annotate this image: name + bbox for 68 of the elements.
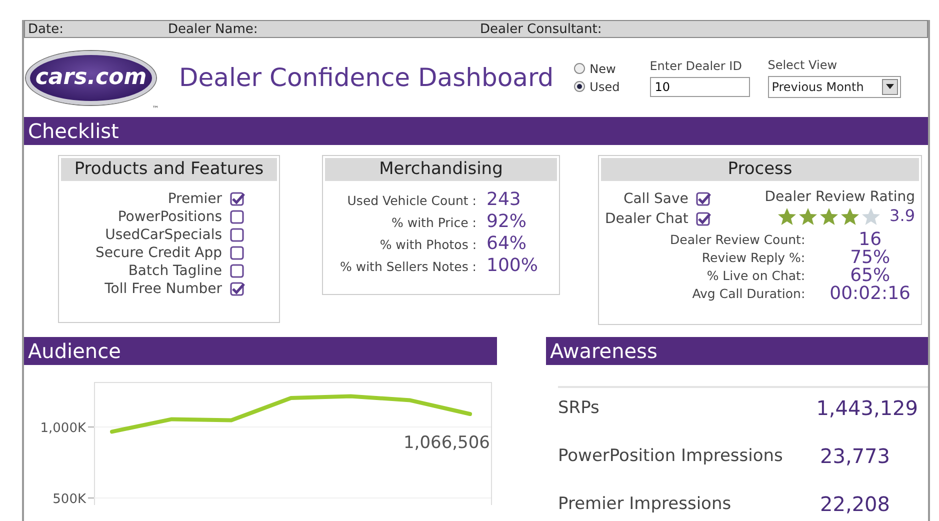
view-dropdown[interactable]: Previous Month xyxy=(768,76,901,98)
metric-value: 243 xyxy=(486,189,522,211)
metric-value: 22,208 xyxy=(820,492,890,516)
section-header: Audience xyxy=(24,337,497,365)
metric-value: 23,773 xyxy=(820,444,890,468)
checkbox-label: Batch Tagline xyxy=(128,263,222,279)
metric-value: 92% xyxy=(486,211,528,233)
metric-label: PowerPosition Impressions xyxy=(558,446,783,466)
metric-label: % with Price : xyxy=(390,214,477,230)
checkbox-label: Toll Free Number xyxy=(104,281,222,297)
rating-label: Dealer Review Rating xyxy=(764,189,915,205)
metric-label: Used Vehicle Count : xyxy=(346,192,477,208)
checkbox-label: UsedCarSpecials xyxy=(105,227,222,243)
checkbox[interactable] xyxy=(230,264,245,278)
section-header: Checklist xyxy=(24,117,928,145)
radio-option[interactable]: Used xyxy=(574,80,620,94)
field-label: Enter Dealer ID xyxy=(650,58,743,72)
checkbox-label: Secure Credit App xyxy=(96,245,222,261)
y-tick xyxy=(88,498,94,499)
metric-value: 16 xyxy=(858,231,882,249)
checkbox[interactable] xyxy=(230,246,245,260)
checkbox[interactable] xyxy=(230,192,245,206)
field-label: Select View xyxy=(768,58,838,72)
metric-label: SRPs xyxy=(558,398,600,418)
star-icon xyxy=(818,206,839,226)
dashboard-title: Dealer Confidence Dashboard xyxy=(179,63,554,92)
y-tick xyxy=(88,426,94,428)
star-icon xyxy=(840,206,860,226)
metric-value: 100% xyxy=(486,255,539,277)
checkbox[interactable] xyxy=(696,212,712,226)
metric-label: Dealer Review Count: xyxy=(670,231,806,249)
star-icon xyxy=(860,206,881,226)
checkbox-label: Dealer Chat xyxy=(605,211,688,227)
metric-label: % with Photos : xyxy=(378,236,477,252)
metric-value: 00:02:16 xyxy=(830,285,910,303)
data-label: 1,066,506 xyxy=(403,432,490,453)
panel-title: Products and Features xyxy=(61,158,277,181)
metric-value: 64% xyxy=(486,233,528,255)
checkbox[interactable] xyxy=(230,210,245,224)
metric-value: 75% xyxy=(850,249,890,267)
logo: cars.com xyxy=(26,50,156,104)
checkbox[interactable] xyxy=(696,192,712,206)
star-icon xyxy=(798,206,818,226)
field-label: Dealer Name: xyxy=(168,22,259,36)
checkbox[interactable] xyxy=(230,228,245,242)
y-axis-label: 1,000K xyxy=(40,421,86,436)
star-icon xyxy=(776,206,797,226)
metric-value: 65% xyxy=(850,267,890,285)
checkbox-label: Premier xyxy=(168,191,222,207)
panel-title: Merchandising xyxy=(325,158,557,181)
caret-icon xyxy=(882,78,898,94)
metric-label: % Live on Chat: xyxy=(706,267,806,285)
y-axis-label: 500K xyxy=(52,492,86,505)
metric-value: 1,443,129 xyxy=(816,396,918,420)
checkbox-label: Call Save xyxy=(623,191,688,207)
checkbox-label: PowerPositions xyxy=(118,209,222,225)
radio-option[interactable]: New xyxy=(574,62,620,76)
metric-label: Review Reply %: xyxy=(702,249,806,267)
dealer-id-field[interactable]: 10 xyxy=(650,76,750,96)
field-label: Date: xyxy=(27,22,64,36)
metric-label: Avg Call Duration: xyxy=(692,285,806,303)
metric-label: % with Sellers Notes : xyxy=(339,258,477,274)
section-header: Awareness xyxy=(546,337,928,365)
rating-value: 3.9 xyxy=(890,205,915,227)
field-label: Dealer Consultant: xyxy=(480,22,602,36)
panel-title: Process xyxy=(601,158,919,181)
metric-label: Premier Impressions xyxy=(558,494,732,514)
checkbox[interactable] xyxy=(230,282,245,296)
